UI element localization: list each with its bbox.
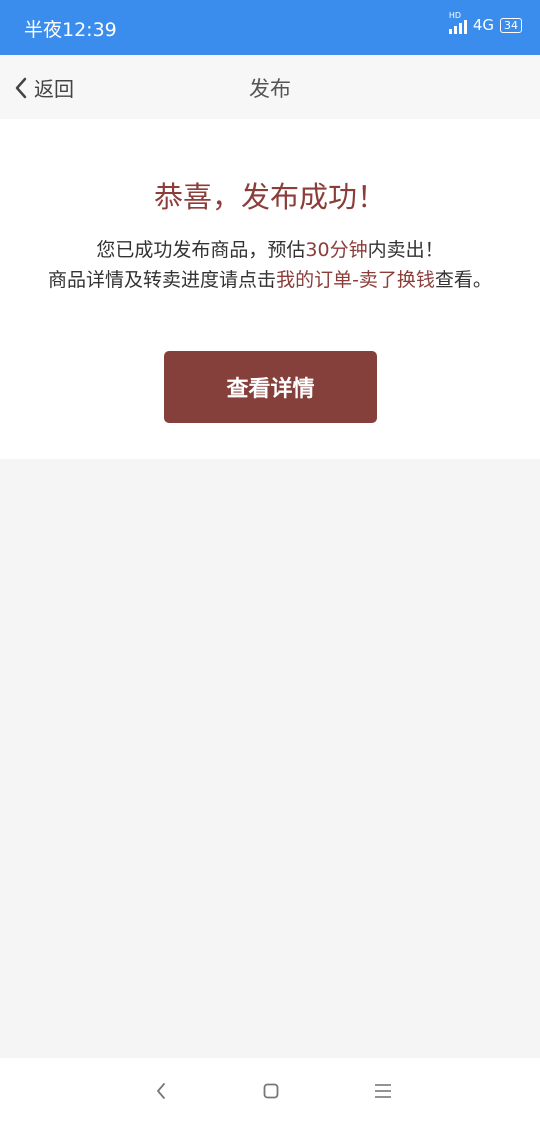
message-text: 内卖出！ (367, 239, 444, 261)
system-nav-bar (0, 1058, 540, 1124)
my-orders-link[interactable]: 我的订单-卖了换钱 (276, 269, 435, 291)
nav-bar: 返回 发布 (0, 55, 540, 119)
success-title: 恭喜，发布成功！ (153, 180, 386, 214)
back-triangle-icon (157, 1083, 165, 1099)
home-square-icon (263, 1083, 279, 1099)
message-line-2: 商品详情及转卖进度请点击我的订单-卖了换钱查看。 (0, 265, 540, 292)
message-line-1: 您已成功发布商品，预估30分钟内卖出！ (0, 235, 540, 262)
message-text: 商品详情及转卖进度请点击 (48, 269, 277, 291)
message-text: 您已成功发布商品，预估 (96, 239, 306, 261)
nav-menu-button[interactable] (368, 1078, 398, 1104)
signal-icon: HD (448, 11, 467, 34)
message-text: 查看。 (434, 269, 492, 291)
view-details-button[interactable]: 查看详情 (164, 351, 377, 423)
nav-home-button[interactable] (256, 1078, 286, 1104)
status-time: 半夜12:39 (24, 19, 117, 41)
battery-icon: 34 (500, 17, 522, 33)
estimate-time: 30分钟 (305, 239, 368, 261)
status-bar: 半夜12:39 HD 4G 34 (0, 0, 540, 55)
menu-icon (375, 1084, 391, 1098)
page-title: 发布 (249, 77, 291, 101)
success-panel: 恭喜，发布成功！ 您已成功发布商品，预估30分钟内卖出！ 商品详情及转卖进度请点… (0, 119, 540, 459)
nav-back-button[interactable] (146, 1078, 176, 1104)
status-indicators: HD 4G 34 (448, 11, 522, 34)
hd-label: HD (448, 11, 462, 20)
network-type: 4G (472, 16, 494, 34)
